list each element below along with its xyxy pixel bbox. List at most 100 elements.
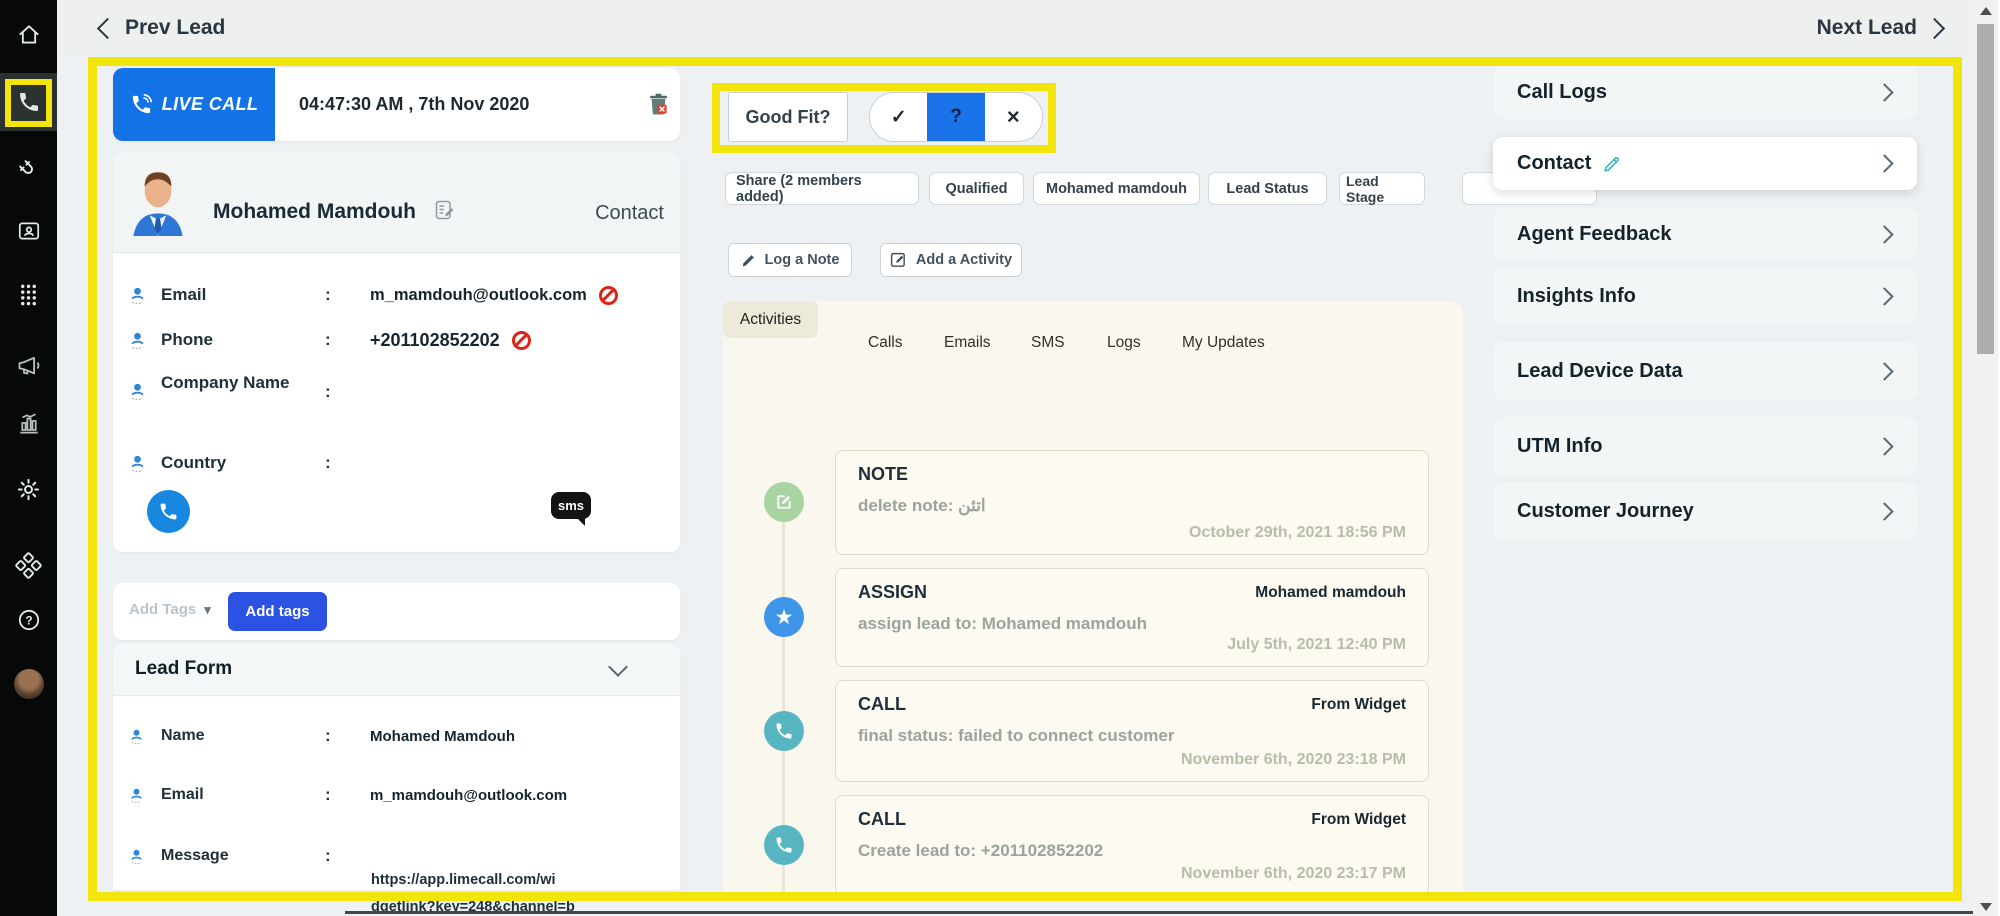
person-pin-icon [129,331,146,350]
sidebar-item-profile[interactable] [0,664,57,704]
entry-meta: From Widget [1311,696,1406,714]
lead-form-title: Lead Form [135,658,232,680]
call-button[interactable] [147,490,190,533]
live-call-label: LIVE CALL [162,94,259,115]
contact-name: Mohamed Mamdouh [213,200,416,224]
add-activity-button[interactable]: Add a Activity [880,243,1022,277]
sidebar-item-settings[interactable] [0,469,57,509]
lead-form-field-email: Email : m_mamdouh@outlook.com [113,780,680,810]
field-separator: : [325,285,331,305]
tag-owner[interactable]: Mohamed mamdouh [1033,172,1200,205]
section-label: Insights Info [1517,285,1636,308]
sidebar-item-campaigns[interactable] [0,345,57,385]
tab-my-updates[interactable]: My Updates [1182,334,1265,352]
contact-field-email: Email : m_mamdouh@outlook.com [113,280,680,310]
timeline-entry-call[interactable]: CALL From Widget final status: failed to… [835,680,1429,782]
chevron-down-icon [608,657,628,677]
edit-square-icon [890,252,907,269]
section-customer-journey[interactable]: Customer Journey [1493,482,1917,540]
note-icon [764,482,804,522]
lead-detail-page: Prev Lead Next Lead [0,0,2000,916]
add-tags-dropdown-label: Add Tags [129,601,196,618]
lead-form-field-name: Name : Mohamed Mamdouh [113,721,680,751]
star-icon: ★ [764,597,804,637]
contact-avatar [127,164,189,236]
add-tags-button[interactable]: Add tags [228,592,327,631]
field-separator: : [325,330,331,350]
person-pin-icon [129,454,146,473]
good-fit-control: ✓ ? × [869,92,1043,142]
section-insights-info[interactable]: Insights Info [1493,267,1917,325]
sidebar-item-help[interactable]: ? [0,600,57,640]
next-lead-label: Next Lead [1817,16,1917,40]
contact-card-icon [16,218,42,244]
prev-lead-button[interactable]: Prev Lead [100,0,225,56]
delete-lead-button[interactable] [649,68,668,141]
tag-share[interactable]: Share (2 members added) [725,172,919,205]
good-fit-yes-button[interactable]: ✓ [870,93,927,141]
scroll-down-arrow[interactable] [1980,903,1992,911]
chevron-right-icon [1924,17,1945,38]
lead-form-field-message: Message : [113,841,680,871]
contact-card-header: Mohamed Mamdouh Contact [113,152,680,253]
log-note-button[interactable]: Log a Note [728,243,852,277]
section-lead-device-data[interactable]: Lead Device Data [1493,342,1917,400]
sms-button[interactable]: sms [551,492,591,519]
sidebar-item-dialpad[interactable] [0,275,57,315]
field-label: Name [161,725,291,747]
field-label: Email [161,784,291,806]
tags-card: Add Tags ▾ Add tags [113,583,680,640]
entry-timestamp: July 5th, 2021 12:40 PM [1227,636,1406,654]
entry-type: CALL [858,694,906,715]
tab-emails[interactable]: Emails [944,334,991,352]
section-utm-info[interactable]: UTM Info [1493,417,1917,475]
sidebar: ? [0,0,57,916]
sidebar-item-lead-magnet[interactable] [0,150,57,190]
entry-type: CALL [858,809,906,830]
call-icon [764,711,804,751]
person-pin-icon [129,848,144,865]
tag-qualified[interactable]: Qualified [929,172,1024,205]
home-icon [16,22,42,48]
sidebar-item-contacts[interactable] [0,211,57,251]
chevron-right-icon [1875,83,1893,101]
tag-lead-stage[interactable]: Lead Stage [1339,172,1425,205]
live-call-card: LIVE CALL 04:47:30 AM , 7th Nov 2020 [113,68,680,141]
scrollbar-thumb[interactable] [1977,24,1994,354]
scroll-up-arrow[interactable] [1980,7,1992,15]
good-fit-no-button[interactable]: × [985,93,1042,141]
good-fit-maybe-button[interactable]: ? [927,93,984,141]
sidebar-item-home[interactable] [0,15,57,55]
phone-value: +201102852202 [370,330,500,351]
tab-sms[interactable]: SMS [1031,334,1065,352]
sidebar-item-integrations[interactable] [0,545,57,585]
add-tags-dropdown[interactable]: Add Tags ▾ [129,601,211,618]
tab-calls[interactable]: Calls [868,334,902,352]
section-agent-feedback[interactable]: Agent Feedback [1493,208,1917,260]
next-lead-button[interactable]: Next Lead [1817,0,1942,56]
email-value: m_mamdouh@outlook.com [370,787,567,804]
person-pin-icon [129,382,146,401]
edit-pencil-icon[interactable] [1601,153,1623,175]
tab-logs[interactable]: Logs [1107,334,1141,352]
lead-form-header[interactable]: Lead Form [113,643,680,696]
tag-lead-status[interactable]: Lead Status [1208,172,1327,205]
section-call-logs[interactable]: Call Logs [1493,65,1917,119]
section-contact[interactable]: Contact [1493,137,1917,190]
timeline-entry-call[interactable]: CALL From Widget Create lead to: +201102… [835,795,1429,896]
field-label: Phone [161,329,291,352]
entry-type: NOTE [858,464,908,485]
section-label: UTM Info [1517,435,1603,458]
sidebar-item-analytics[interactable] [0,404,57,444]
timeline-entry-note[interactable]: NOTE delete note: اتئن October 29th, 202… [835,450,1429,555]
bottom-strip: dgetlink?key=248&channel=b [57,901,1973,916]
tab-activities[interactable]: Activities [723,301,818,338]
timeline-entry-assign[interactable]: ASSIGN Mohamed mamdouh assign lead to: M… [835,568,1429,667]
sms-icon: sms [558,498,584,513]
notes-clipboard-icon[interactable] [433,198,457,222]
blocked-icon [512,331,531,350]
chevron-left-icon [97,17,118,38]
apps-grid-icon [15,552,42,579]
live-call-badge[interactable]: LIVE CALL [113,68,275,141]
scrollbar[interactable] [1973,0,1998,916]
